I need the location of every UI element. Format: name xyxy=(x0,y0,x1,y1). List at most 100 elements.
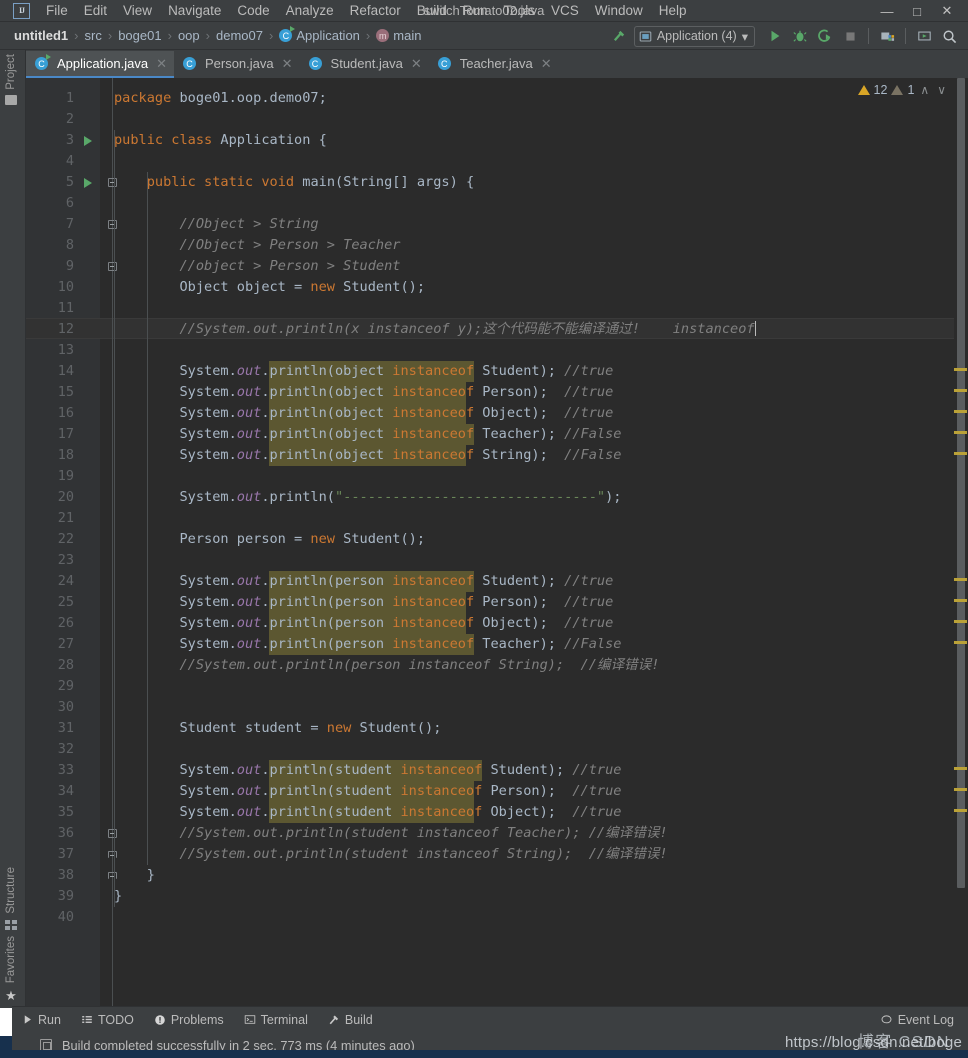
run-configuration-selector[interactable]: Application (4) ▾ xyxy=(633,25,755,47)
tool-button-favorites-label[interactable]: Favorites xyxy=(5,936,17,983)
code-line[interactable]: System.out.println(object instanceof Per… xyxy=(114,382,968,403)
code-line[interactable]: //Object > Person > Teacher xyxy=(114,235,968,256)
update-project-icon[interactable] xyxy=(876,25,898,47)
code-line[interactable] xyxy=(114,739,968,760)
warning-marker[interactable] xyxy=(954,620,967,623)
code-text-area[interactable]: package boge01.oop.demo07; public class A… xyxy=(114,78,968,1006)
gutter-run-icon[interactable] xyxy=(82,130,94,151)
code-line[interactable]: //Object > String xyxy=(114,214,968,235)
close-icon[interactable]: ✕ xyxy=(156,56,167,72)
code-line[interactable] xyxy=(114,193,968,214)
menu-item-file[interactable]: File xyxy=(38,2,76,20)
code-line[interactable] xyxy=(114,508,968,529)
code-editor[interactable]: 1 2 3 4 5 6 7 8 9 10 11 12 13 14 15 16 17 18 19 20 21 22 23 24 2… xyxy=(26,78,968,1006)
code-line[interactable] xyxy=(114,298,968,319)
editor-tab-student[interactable]: C Student.java ✕ xyxy=(300,51,429,78)
code-line[interactable]: System.out.println(student instanceof St… xyxy=(114,760,968,781)
tool-button-build[interactable]: Build xyxy=(318,1007,383,1033)
menu-item-vcs[interactable]: VCS xyxy=(543,2,587,20)
tool-button-todo[interactable]: TODO xyxy=(71,1007,144,1033)
code-line[interactable]: //System.out.println(student instanceof … xyxy=(114,844,968,865)
code-line[interactable] xyxy=(114,151,968,172)
code-line[interactable]: System.out.println(person instanceof Obj… xyxy=(114,613,968,634)
breadcrumb-item-src[interactable]: src xyxy=(85,28,102,43)
code-line[interactable]: } xyxy=(114,886,968,907)
gutter-run-icon[interactable] xyxy=(82,172,94,193)
code-line[interactable]: } xyxy=(114,865,968,886)
next-problem-icon[interactable]: ∨ xyxy=(935,83,948,97)
code-line[interactable]: public class Application { xyxy=(114,130,968,151)
code-line[interactable]: Object object = new Student(); xyxy=(114,277,968,298)
presentation-icon[interactable] xyxy=(913,25,935,47)
code-line[interactable]: package boge01.oop.demo07; xyxy=(114,88,968,109)
breadcrumb-item-project[interactable]: untitled1 xyxy=(14,28,68,43)
warning-marker[interactable] xyxy=(954,809,967,812)
warning-marker[interactable] xyxy=(954,431,967,434)
code-line[interactable]: System.out.println("--------------------… xyxy=(114,487,968,508)
menu-item-analyze[interactable]: Analyze xyxy=(278,2,342,20)
code-line[interactable] xyxy=(114,676,968,697)
code-line[interactable]: Student student = new Student(); xyxy=(114,718,968,739)
warning-marker[interactable] xyxy=(954,452,967,455)
breadcrumb-item-boge01[interactable]: boge01 xyxy=(118,28,161,43)
build-hammer-icon[interactable] xyxy=(609,25,631,47)
tool-button-problems[interactable]: Problems xyxy=(144,1007,234,1033)
menu-item-navigate[interactable]: Navigate xyxy=(160,2,229,20)
breadcrumb-item-application[interactable]: C Application xyxy=(279,26,360,43)
menu-item-code[interactable]: Code xyxy=(229,2,277,20)
breadcrumb-item-demo07[interactable]: demo07 xyxy=(216,28,263,43)
code-line[interactable]: Person person = new Student(); xyxy=(114,529,968,550)
menu-item-window[interactable]: Window xyxy=(587,2,651,20)
menu-item-build[interactable]: Build xyxy=(409,2,455,20)
tool-button-terminal[interactable]: Terminal xyxy=(234,1007,318,1033)
breadcrumb-item-oop[interactable]: oop xyxy=(178,28,200,43)
menu-item-run[interactable]: Run xyxy=(455,2,496,20)
maximize-button[interactable]: □ xyxy=(902,0,932,22)
code-line[interactable]: System.out.println(student instanceof Pe… xyxy=(114,781,968,802)
warning-marker[interactable] xyxy=(954,578,967,581)
run-with-coverage-icon[interactable] xyxy=(814,25,836,47)
warning-marker[interactable] xyxy=(954,788,967,791)
code-line[interactable] xyxy=(114,109,968,130)
code-line[interactable] xyxy=(114,340,968,361)
code-line[interactable]: public static void main(String[] args) { xyxy=(114,172,968,193)
tool-button-project[interactable]: Project xyxy=(5,54,17,105)
code-line[interactable]: System.out.println(object instanceof Str… xyxy=(114,445,968,466)
code-line[interactable]: System.out.println(person instanceof Stu… xyxy=(114,571,968,592)
menu-item-edit[interactable]: Edit xyxy=(76,2,115,20)
code-line[interactable]: System.out.println(object instanceof Stu… xyxy=(114,361,968,382)
intellij-logo-icon[interactable]: IJ xyxy=(13,2,30,19)
code-line[interactable]: System.out.println(object instanceof Obj… xyxy=(114,403,968,424)
menu-item-refactor[interactable]: Refactor xyxy=(342,2,409,20)
menu-item-tools[interactable]: Tools xyxy=(496,2,544,20)
warning-marker[interactable] xyxy=(954,767,967,770)
minimize-button[interactable]: — xyxy=(872,0,902,22)
tool-button-run[interactable]: Run xyxy=(12,1007,71,1033)
search-everywhere-icon[interactable] xyxy=(938,25,960,47)
close-icon[interactable]: ✕ xyxy=(282,56,293,72)
code-line[interactable]: //System.out.println(person instanceof S… xyxy=(114,655,968,676)
marker-gutter[interactable] xyxy=(954,78,968,1006)
code-line[interactable]: System.out.println(object instanceof Tea… xyxy=(114,424,968,445)
warning-marker[interactable] xyxy=(954,410,967,413)
tool-button-structure-label[interactable]: Structure xyxy=(5,867,17,914)
code-line[interactable]: //object > Person > Student xyxy=(114,256,968,277)
run-icon[interactable] xyxy=(764,25,786,47)
warning-marker[interactable] xyxy=(954,599,967,602)
close-icon[interactable]: ✕ xyxy=(541,56,552,72)
menu-item-help[interactable]: Help xyxy=(651,2,695,20)
warning-marker[interactable] xyxy=(954,389,967,392)
close-button[interactable]: ✕ xyxy=(932,0,962,22)
warning-marker[interactable] xyxy=(954,368,967,371)
code-line[interactable]: //System.out.println(x instanceof y);这个代… xyxy=(114,319,968,340)
stop-icon[interactable] xyxy=(839,25,861,47)
editor-tab-application[interactable]: C Application.java ✕ xyxy=(26,51,174,78)
breadcrumb-item-main[interactable]: m main xyxy=(376,28,421,43)
event-log-button[interactable]: Event Log xyxy=(880,1013,954,1027)
code-line[interactable]: //System.out.println(student instanceof … xyxy=(114,823,968,844)
debug-icon[interactable] xyxy=(789,25,811,47)
code-line[interactable]: System.out.println(student instanceof Ob… xyxy=(114,802,968,823)
code-line[interactable] xyxy=(114,697,968,718)
code-line[interactable]: System.out.println(person instanceof Tea… xyxy=(114,634,968,655)
previous-problem-icon[interactable]: ∧ xyxy=(918,83,931,97)
